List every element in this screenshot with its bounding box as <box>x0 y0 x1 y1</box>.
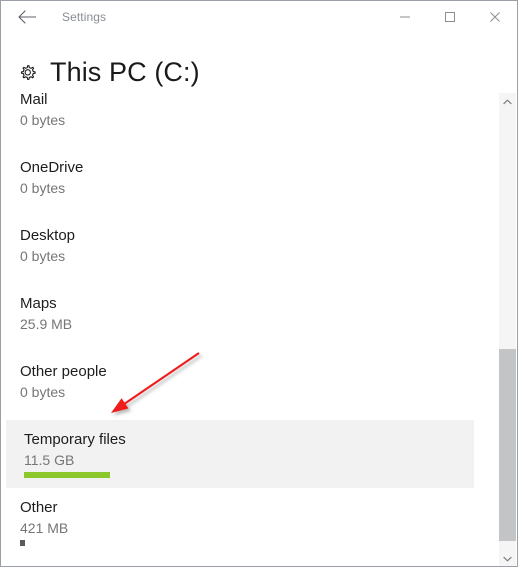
vertical-scrollbar[interactable] <box>498 93 516 566</box>
storage-item-name: Other people <box>20 363 107 380</box>
storage-list-item[interactable]: Mail 0 bytes <box>2 93 500 148</box>
close-button[interactable] <box>472 1 517 32</box>
gear-icon <box>17 62 39 84</box>
maximize-button[interactable] <box>427 1 472 32</box>
back-arrow-icon <box>18 10 36 24</box>
storage-list-item[interactable]: Desktop 0 bytes <box>2 216 500 284</box>
scroll-up-button[interactable] <box>499 93 516 110</box>
back-button[interactable] <box>9 3 47 31</box>
storage-item-size: 421 MB <box>20 520 69 536</box>
title-bar: Settings <box>1 1 517 33</box>
storage-item-name: Maps <box>20 295 57 312</box>
scroll-down-button[interactable] <box>499 550 516 566</box>
page-title: This PC (C:) <box>50 57 200 87</box>
storage-item-size: 0 bytes <box>20 112 66 128</box>
storage-usage-bar <box>20 540 25 546</box>
scrollbar-thumb[interactable] <box>499 349 516 541</box>
window-title: Settings <box>62 10 107 24</box>
storage-usage-bar <box>24 472 110 478</box>
window-controls <box>382 1 517 33</box>
chevron-up-icon <box>503 99 512 104</box>
maximize-icon <box>444 11 455 22</box>
storage-item-name: Other <box>20 499 58 516</box>
close-icon <box>489 11 500 22</box>
storage-item-size: 25.9 MB <box>20 316 73 332</box>
storage-item-name: OneDrive <box>20 159 84 176</box>
storage-list: Mail 0 bytes OneDrive 0 bytes Desktop 0 bytes… <box>2 93 500 566</box>
storage-item-name: Mail <box>20 93 48 108</box>
storage-list-item[interactable]: Maps 25.9 MB <box>2 284 500 352</box>
storage-list-item[interactable]: Other people 0 bytes <box>2 352 500 420</box>
storage-list-item[interactable]: OneDrive 0 bytes <box>2 148 500 216</box>
storage-item-size: 0 bytes <box>20 384 66 400</box>
storage-list-item[interactable]: Other 421 MB <box>2 488 500 556</box>
storage-item-size: 11.5 GB <box>24 452 75 468</box>
storage-item-name: Temporary files <box>24 431 126 448</box>
storage-item-size: 0 bytes <box>20 180 66 196</box>
settings-window: Settings This PC (C:) Mail 0 bytes OneDr… <box>0 0 518 567</box>
storage-item-size: 0 bytes <box>20 248 66 264</box>
minimize-icon <box>399 16 410 17</box>
chevron-down-icon <box>503 556 512 561</box>
storage-item-name: Desktop <box>20 227 76 244</box>
minimize-button[interactable] <box>382 1 427 32</box>
storage-list-item[interactable]: Temporary files 11.5 GB <box>6 420 474 488</box>
